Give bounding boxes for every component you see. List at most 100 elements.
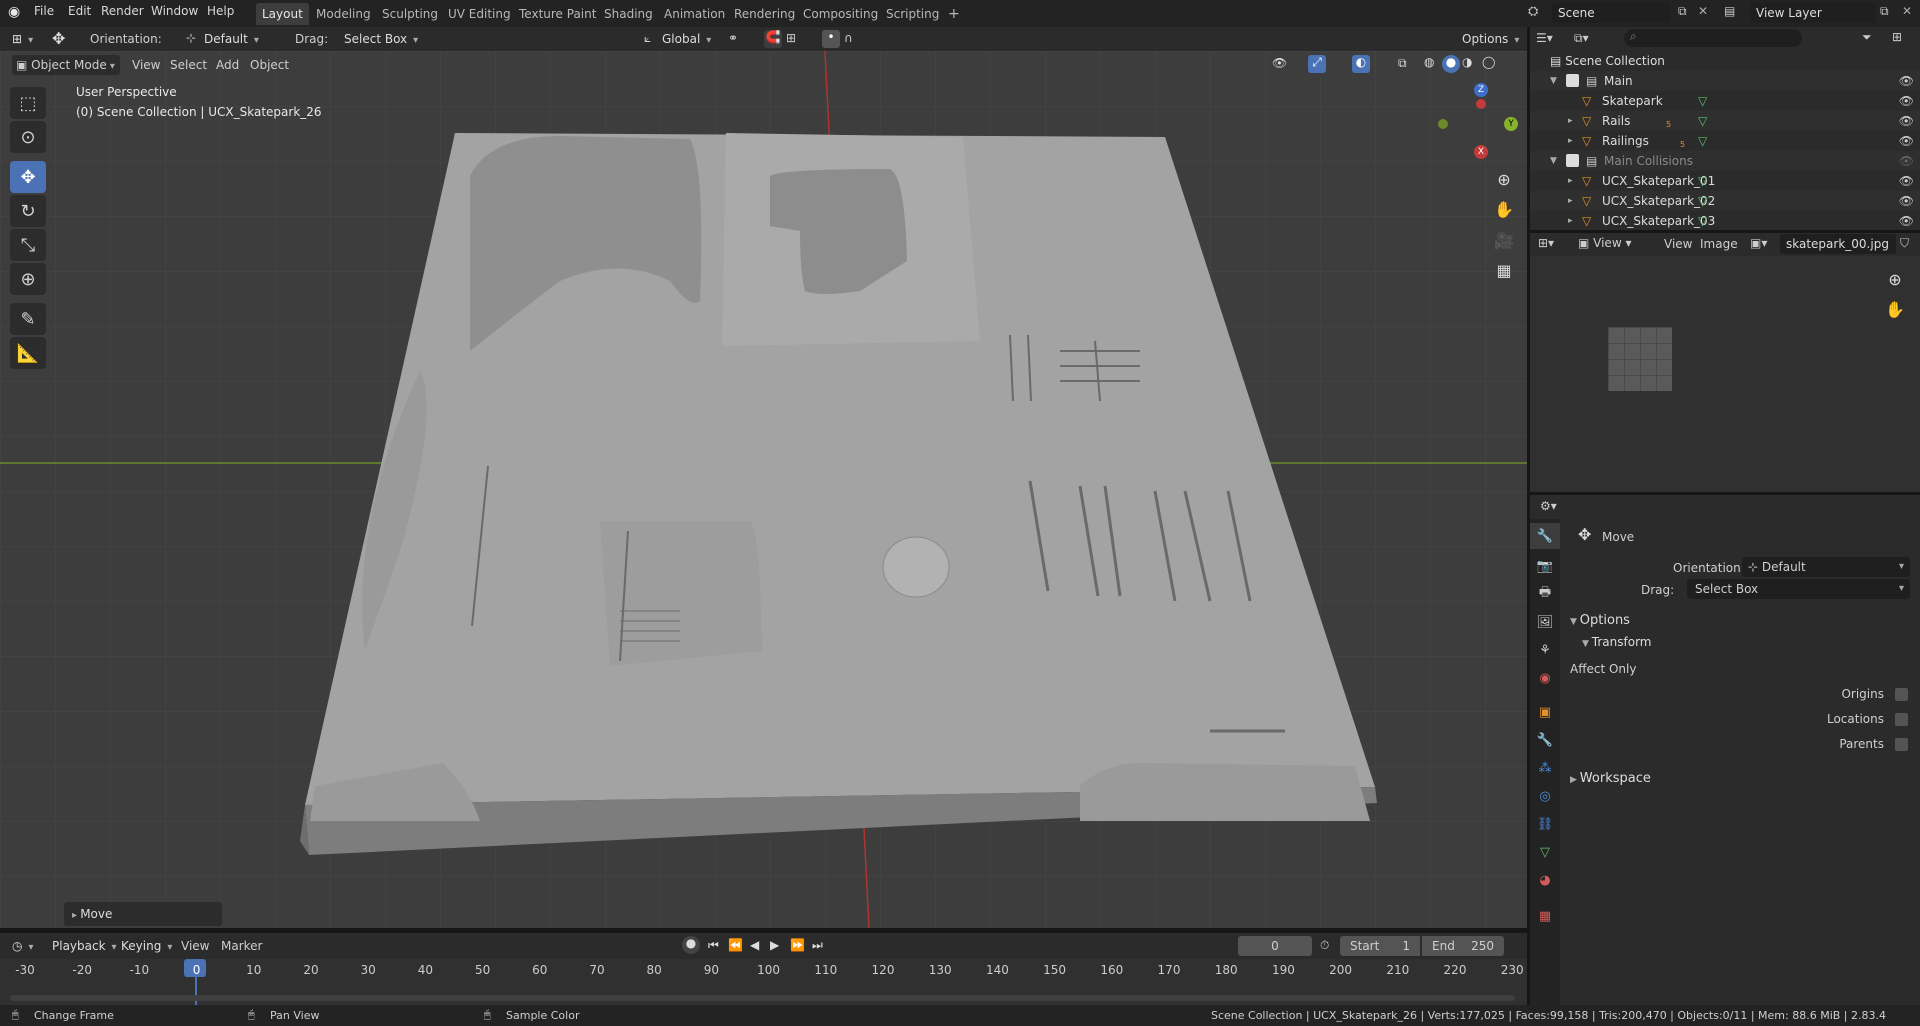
eye-icon[interactable]: 👁 xyxy=(1899,151,1914,171)
tab-modeling[interactable]: Modeling xyxy=(310,3,377,25)
tab-scripting[interactable]: Scripting xyxy=(880,3,945,25)
material-tab-icon[interactable]: ◕ xyxy=(1530,867,1560,893)
tab-sculpting[interactable]: Sculpting xyxy=(376,3,444,25)
solid-shading-icon[interactable]: ● xyxy=(1442,55,1460,73)
disclosure-icon[interactable]: ▼ xyxy=(1550,151,1557,171)
outliner-editor-icon[interactable]: ☰▾ xyxy=(1536,31,1553,45)
particles-tab-icon[interactable]: ⁂ xyxy=(1530,755,1560,781)
close-view-layer-icon[interactable]: ✕ xyxy=(1902,4,1912,18)
outliner-row[interactable]: ▸ ▽ UCX_Skatepark_01 ▽ 👁 xyxy=(1530,171,1920,191)
image-editor-type-icon[interactable]: ⊞▾ xyxy=(1538,236,1554,250)
jump-end-icon[interactable]: ⏭ xyxy=(812,938,823,953)
image-editor[interactable]: ⊞▾ ▣ View ▾ View Image ▣▾ skatepark_00.j… xyxy=(1530,232,1920,492)
menu-file[interactable]: File xyxy=(34,4,54,18)
menu-timeline-view[interactable]: View xyxy=(181,939,209,953)
disclosure-icon[interactable]: ▸ xyxy=(1568,171,1573,191)
move-icon[interactable]: ✥ xyxy=(10,161,46,193)
cursor-icon[interactable]: ⊙ xyxy=(10,121,46,153)
snap-target-icon[interactable]: ⊞ xyxy=(786,31,796,45)
menu-edit[interactable]: Edit xyxy=(68,4,91,18)
transform-orientation-dropdown[interactable]: Global xyxy=(662,29,711,49)
record-icon[interactable]: ● xyxy=(682,936,700,954)
new-view-layer-icon[interactable]: ⧉ xyxy=(1880,4,1889,19)
gizmo-x[interactable]: X xyxy=(1474,145,1488,159)
physics-tab-icon[interactable]: ◎ xyxy=(1530,783,1560,809)
play-icon[interactable]: ▶ xyxy=(770,938,779,952)
menu-window[interactable]: Window xyxy=(151,4,198,18)
outliner-row[interactable]: ▽ Skatepark ▽ 👁 xyxy=(1530,91,1920,111)
gizmo-y[interactable]: Y xyxy=(1504,117,1518,131)
menu-playback[interactable]: Playback xyxy=(52,936,117,956)
editor-type-dd[interactable]: ⊞ xyxy=(12,29,33,49)
3d-viewport[interactable]: User Perspective (0) Scene Collection | … xyxy=(0,51,1527,928)
timeline-editor-dd[interactable]: ◷ xyxy=(12,936,34,956)
close-scene-icon[interactable]: ✕ xyxy=(1698,4,1708,18)
timeline-body[interactable]: -30 -20 -10 0 10 20 30 40 50 60 70 80 90 100 110 120 130… xyxy=(0,959,1527,1009)
eye-icon[interactable]: 👁 xyxy=(1899,111,1914,131)
drag-dropdown[interactable]: Select Box xyxy=(344,29,418,49)
outliner-row[interactable]: ▸ ▽ UCX_Skatepark_03 ▽ 👁 xyxy=(1530,211,1920,231)
wireframe-shading-icon[interactable]: ◍ xyxy=(1424,55,1434,69)
data-tab-icon[interactable]: ▽ xyxy=(1530,839,1560,865)
snap-icon[interactable]: 🧲 xyxy=(764,30,782,48)
render-tab-icon[interactable]: 📷 xyxy=(1530,553,1560,579)
jump-keyframe-forward-icon[interactable]: ⏩ xyxy=(790,938,805,952)
visibility-icon[interactable]: 👁 xyxy=(1272,56,1287,70)
display-mode-icon[interactable]: ⧉▾ xyxy=(1574,31,1589,46)
falloff-icon[interactable]: ∩ xyxy=(844,31,853,45)
disclosure-icon[interactable]: ▸ xyxy=(1568,211,1573,231)
menu-view[interactable]: View xyxy=(132,58,160,72)
jump-start-icon[interactable]: ⏮ xyxy=(708,938,719,953)
new-collection-icon[interactable]: ⊞ xyxy=(1892,30,1902,44)
area-separator[interactable] xyxy=(1530,492,1920,495)
gizmo-toggle-icon[interactable]: ⤢ xyxy=(1308,55,1326,73)
browse-image-icon[interactable]: ▣▾ xyxy=(1750,236,1767,250)
tab-texture-paint[interactable]: Texture Paint xyxy=(513,3,602,25)
eye-icon[interactable]: 👁 xyxy=(1899,171,1914,191)
area-separator[interactable] xyxy=(1530,230,1920,233)
filter-icon[interactable]: ⏷ xyxy=(1862,30,1872,45)
tab-rendering[interactable]: Rendering xyxy=(728,3,801,25)
menu-object[interactable]: Object xyxy=(250,58,289,72)
view-layer-field[interactable]: View Layer xyxy=(1750,3,1876,23)
view-layer-tab-icon[interactable]: 🖼 xyxy=(1530,609,1560,635)
timeline-scrollbar[interactable] xyxy=(10,995,1515,1001)
add-workspace-button[interactable]: + xyxy=(942,3,966,25)
scene-tab-icon[interactable]: ⚘ xyxy=(1530,637,1560,663)
tab-compositing[interactable]: Compositing xyxy=(797,3,884,25)
disclosure-icon[interactable]: ▼ xyxy=(1550,71,1557,91)
eye-icon[interactable]: 👁 xyxy=(1899,191,1914,211)
disclosure-icon[interactable]: ▸ xyxy=(1568,191,1573,211)
props-orientation-dropdown[interactable]: ⊹ Default ▾ xyxy=(1742,557,1910,577)
tool-tab-icon[interactable]: 🔧 xyxy=(1530,523,1560,549)
zoom-icon[interactable]: ⊕ xyxy=(1489,166,1519,192)
menu-render[interactable]: Render xyxy=(101,4,144,18)
origins-checkbox[interactable] xyxy=(1895,688,1908,701)
ortho-grid-icon[interactable]: ▦ xyxy=(1489,257,1519,283)
props-drag-dropdown[interactable]: Select Box ▾ xyxy=(1687,579,1910,599)
area-separator[interactable] xyxy=(1527,27,1530,1005)
blender-logo-icon[interactable]: ◉ xyxy=(8,4,20,20)
disclosure-icon[interactable]: ▸ xyxy=(1568,131,1573,151)
proportional-edit-icon[interactable]: • xyxy=(822,30,840,48)
xray-icon[interactable]: ⧉ xyxy=(1398,56,1407,71)
pan-hand-icon[interactable]: ✋ xyxy=(1489,196,1519,222)
measure-icon[interactable]: 📐 xyxy=(10,337,46,369)
rendered-shading-icon[interactable]: ◯ xyxy=(1482,55,1495,69)
pivot-icon[interactable]: ⚭ xyxy=(728,31,738,45)
scene-field[interactable]: Scene xyxy=(1552,3,1670,23)
menu-image-view[interactable]: View xyxy=(1664,237,1692,251)
outliner-row[interactable]: ▸ ▽ UCX_Skatepark_02 ▽ 👁 xyxy=(1530,191,1920,211)
options-dropdown[interactable]: Options xyxy=(1462,29,1519,49)
navigation-gizmo[interactable]: Z Y X xyxy=(1430,73,1520,163)
constraints-tab-icon[interactable]: ⛓ xyxy=(1530,811,1560,837)
rotate-icon[interactable]: ↻ xyxy=(10,195,46,227)
current-frame-field[interactable]: 0 xyxy=(1238,936,1312,956)
modifier-tab-icon[interactable]: 🔧 xyxy=(1530,727,1560,753)
outliner-row[interactable]: ▸ ▽ Rails ▽ 👁 5 xyxy=(1530,111,1920,131)
output-tab-icon[interactable]: 🖶 xyxy=(1530,581,1560,607)
image-view-mode-dd[interactable]: ▣ View ▾ xyxy=(1578,236,1631,250)
outliner-row[interactable]: ▸ ▽ Railings ▽ 👁 5 xyxy=(1530,131,1920,151)
eye-icon[interactable]: 👁 xyxy=(1899,71,1914,91)
orientation-dropdown[interactable]: Default xyxy=(204,29,259,49)
